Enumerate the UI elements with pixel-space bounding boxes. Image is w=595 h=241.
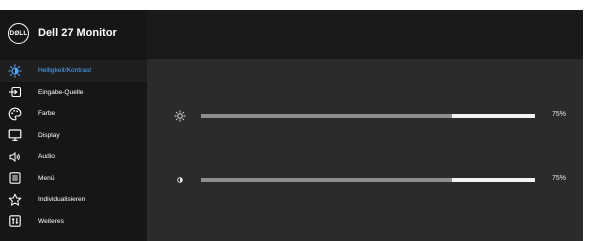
brightness-slider-fill (201, 114, 452, 118)
others-icon (8, 214, 22, 228)
menu-item-label: Weiteres (38, 217, 64, 225)
brightness-row: 75% (148, 110, 583, 122)
dell-logo: DØLL (8, 23, 29, 44)
menu-item-others[interactable]: Weiteres (0, 211, 147, 233)
brightness-contrast-icon (8, 64, 22, 78)
brightness-slider[interactable] (201, 114, 535, 118)
contrast-row: 75% (148, 174, 583, 186)
menu-icon (8, 171, 22, 185)
osd-header: DØLL Dell 27 Monitor (0, 10, 147, 59)
dell-logo-text: DØLL (9, 30, 28, 37)
star-icon (8, 193, 22, 207)
menu-item-display[interactable]: Display (0, 125, 147, 147)
menu-item-input-source[interactable]: Eingabe-Quelle (0, 82, 147, 104)
color-palette-icon (8, 107, 22, 121)
contrast-value: 75% (552, 175, 567, 182)
contrast-slider[interactable] (201, 178, 535, 182)
menu-item-label: Eingabe-Quelle (38, 88, 84, 96)
display-icon (8, 128, 22, 142)
contrast-icon (174, 174, 186, 186)
menu-item-label: Helligkeit/Kontrast (38, 67, 92, 75)
brightness-icon (174, 110, 186, 122)
menu-item-label: Audio (38, 153, 55, 161)
brightness-value: 75% (552, 111, 567, 118)
audio-icon (8, 150, 22, 164)
menu-item-personalize[interactable]: Individualisieren (0, 189, 147, 211)
osd-sidebar: DØLL Dell 27 Monitor Helligkeit/Kontrast… (0, 10, 147, 241)
input-source-icon (8, 85, 22, 99)
menu-item-color[interactable]: Farbe (0, 103, 147, 125)
menu-item-brightness-contrast[interactable]: Helligkeit/Kontrast (0, 60, 147, 82)
menu-item-menu[interactable]: Menü (0, 168, 147, 190)
menu-item-label: Individualisieren (38, 196, 86, 204)
menu-item-label: Menü (38, 174, 55, 182)
menu-item-audio[interactable]: Audio (0, 146, 147, 168)
osd-title: Dell 27 Monitor (38, 27, 117, 39)
contrast-slider-fill (201, 178, 452, 182)
monitor-osd: DØLL Dell 27 Monitor Helligkeit/Kontrast… (0, 10, 583, 241)
menu-item-label: Display (38, 131, 60, 139)
menu-item-label: Farbe (38, 110, 56, 118)
osd-menu: Helligkeit/Kontrast Eingabe-Quelle Farbe… (0, 60, 147, 232)
